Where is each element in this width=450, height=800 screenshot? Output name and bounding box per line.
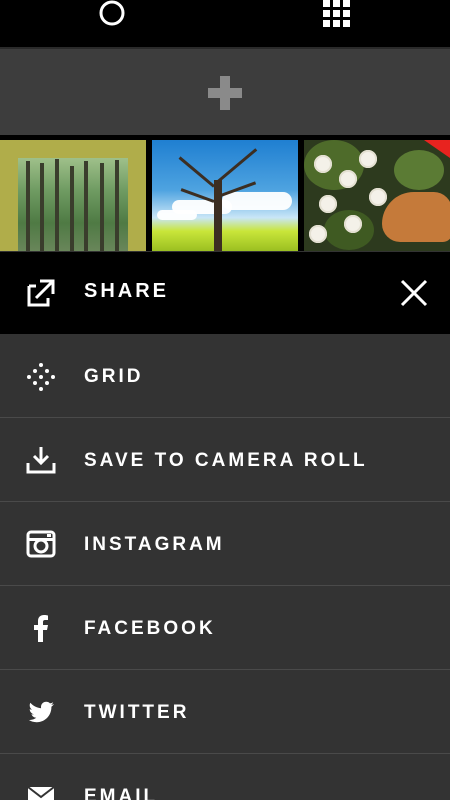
share-title: SHARE bbox=[84, 280, 170, 302]
photo-thumbnail[interactable] bbox=[152, 140, 298, 251]
app-screen: SHARE GRID SAVE TO CAMERA ROLL INSTAGRAM… bbox=[0, 0, 450, 800]
grid-view-button[interactable] bbox=[322, 0, 352, 30]
camera-button[interactable] bbox=[97, 0, 127, 30]
share-icon bbox=[26, 278, 56, 308]
share-header: SHARE bbox=[0, 252, 450, 334]
download-icon bbox=[26, 445, 56, 475]
photo-strip bbox=[0, 135, 450, 251]
photo-thumbnail[interactable] bbox=[0, 140, 146, 251]
forest-photo bbox=[18, 158, 128, 251]
facebook-icon bbox=[26, 613, 56, 643]
menu-item-label: SAVE TO CAMERA ROLL bbox=[84, 450, 368, 471]
grid-dots-icon bbox=[26, 361, 56, 391]
share-menu: GRID SAVE TO CAMERA ROLL INSTAGRAM FACEB… bbox=[0, 334, 450, 800]
menu-item-grid[interactable]: GRID bbox=[0, 334, 450, 418]
menu-item-twitter[interactable]: TWITTER bbox=[0, 670, 450, 754]
instagram-icon bbox=[26, 529, 56, 559]
email-icon bbox=[26, 781, 56, 800]
photo-thumbnail-selected[interactable] bbox=[304, 140, 450, 251]
selected-indicator bbox=[424, 140, 450, 158]
add-photo-button[interactable] bbox=[203, 73, 247, 113]
menu-item-email[interactable]: EMAIL bbox=[0, 754, 450, 800]
twitter-icon bbox=[26, 697, 56, 727]
menu-item-label: FACEBOOK bbox=[84, 618, 216, 639]
menu-item-label: TWITTER bbox=[84, 702, 190, 723]
menu-item-instagram[interactable]: INSTAGRAM bbox=[0, 502, 450, 586]
plus-icon bbox=[208, 76, 242, 110]
close-button[interactable] bbox=[397, 276, 431, 310]
grid-icon bbox=[323, 0, 350, 27]
menu-item-label: INSTAGRAM bbox=[84, 534, 225, 555]
add-photo-bar bbox=[0, 47, 450, 135]
menu-item-label: EMAIL bbox=[84, 786, 159, 800]
top-bar bbox=[0, 0, 450, 47]
circle-icon bbox=[99, 0, 125, 26]
menu-item-save-to-camera-roll[interactable]: SAVE TO CAMERA ROLL bbox=[0, 418, 450, 502]
close-icon bbox=[400, 279, 428, 307]
menu-item-facebook[interactable]: FACEBOOK bbox=[0, 586, 450, 670]
menu-item-label: GRID bbox=[84, 366, 144, 387]
